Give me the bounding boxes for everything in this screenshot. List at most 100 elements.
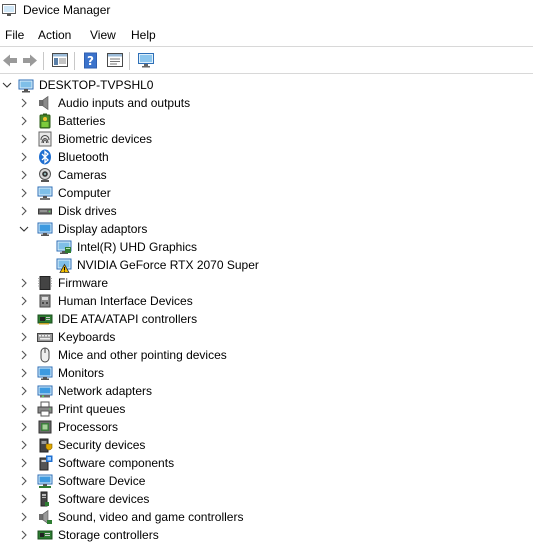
category-display-adaptors[interactable]: Display adaptors — [0, 220, 533, 238]
device-label: Intel(R) UHD Graphics — [77, 240, 198, 254]
category-label: Computer — [58, 186, 111, 200]
category-sound-video-and-game-controllers[interactable]: Sound, video and game controllers — [0, 508, 533, 526]
category-label: Display adaptors — [58, 222, 148, 236]
speaker-icon — [37, 95, 53, 111]
chevron-right-icon[interactable] — [18, 403, 30, 415]
category-label: Monitors — [58, 366, 105, 380]
category-monitors[interactable]: Monitors — [0, 364, 533, 382]
scan-hardware-changes-icon[interactable] — [137, 52, 155, 69]
chevron-right-icon[interactable] — [18, 439, 30, 451]
category-firmware[interactable]: Firmware — [0, 274, 533, 292]
category-software-components[interactable]: Software components — [0, 454, 533, 472]
chevron-right-icon[interactable] — [18, 349, 30, 361]
category-human-interface-devices[interactable]: Human Interface Devices — [0, 292, 533, 310]
category-label: Batteries — [58, 114, 106, 128]
category-computer[interactable]: Computer — [0, 184, 533, 202]
computer-icon — [37, 185, 53, 201]
category-security-devices[interactable]: Security devices — [0, 436, 533, 454]
category-label: IDE ATA/ATAPI controllers — [58, 312, 198, 326]
storage-controller-icon — [37, 527, 53, 543]
warning-display-adapter-icon — [56, 257, 72, 273]
device-tree[interactable]: DESKTOP-TVPSHL0 Audio inputs and outputs B… — [0, 76, 533, 542]
chevron-right-icon[interactable] — [18, 475, 30, 487]
help-icon[interactable]: ? — [82, 52, 100, 69]
category-label: Biometric devices — [58, 132, 153, 146]
category-keyboards[interactable]: Keyboards — [0, 328, 533, 346]
category-batteries[interactable]: Batteries — [0, 112, 533, 130]
category-mice-and-other-pointing-devices[interactable]: Mice and other pointing devices — [0, 346, 533, 364]
toolbar-separator — [129, 52, 130, 70]
tree-root-node[interactable]: DESKTOP-TVPSHL0 — [0, 76, 533, 94]
software-device-icon — [37, 473, 53, 489]
computer-root-icon — [18, 77, 34, 93]
menu-view[interactable]: View — [89, 28, 117, 42]
properties-icon[interactable] — [106, 52, 124, 69]
chevron-right-icon[interactable] — [18, 151, 30, 163]
sound-controller-icon — [37, 509, 53, 525]
svg-text:?: ? — [87, 54, 94, 68]
camera-icon — [37, 167, 53, 183]
chevron-right-icon[interactable] — [18, 421, 30, 433]
category-label: Print queues — [58, 402, 126, 416]
chevron-down-icon[interactable] — [18, 223, 30, 235]
show-hide-console-tree-icon[interactable] — [51, 52, 69, 69]
monitor-icon — [37, 365, 53, 381]
forward-arrow-icon[interactable] — [21, 52, 39, 69]
chevron-right-icon[interactable] — [18, 115, 30, 127]
category-audio-inputs-and-outputs[interactable]: Audio inputs and outputs — [0, 94, 533, 112]
category-label: Human Interface Devices — [58, 294, 193, 308]
category-storage-controllers[interactable]: Storage controllers — [0, 526, 533, 544]
chevron-right-icon[interactable] — [18, 529, 30, 541]
chevron-right-icon[interactable] — [18, 133, 30, 145]
back-arrow-icon[interactable] — [1, 52, 19, 69]
category-processors[interactable]: Processors — [0, 418, 533, 436]
category-disk-drives[interactable]: Disk drives — [0, 202, 533, 220]
category-network-adapters[interactable]: Network adapters — [0, 382, 533, 400]
category-label: Security devices — [58, 438, 146, 452]
chevron-down-icon[interactable] — [1, 79, 13, 91]
device-manager-app-icon — [2, 4, 16, 16]
chevron-right-icon[interactable] — [18, 313, 30, 325]
chevron-right-icon[interactable] — [18, 97, 30, 109]
software-component-icon — [37, 455, 53, 471]
toolbar-separator — [43, 52, 44, 70]
security-device-icon — [37, 437, 53, 453]
category-bluetooth[interactable]: Bluetooth — [0, 148, 533, 166]
category-label: Software Device — [58, 474, 146, 488]
category-software-devices[interactable]: Software devices — [0, 490, 533, 508]
display-adapter-icon — [56, 239, 72, 255]
category-label: Software devices — [58, 492, 150, 506]
category-ide-ata-atapi-controllers[interactable]: IDE ATA/ATAPI controllers — [0, 310, 533, 328]
menu-file[interactable]: File — [4, 28, 25, 42]
keyboard-icon — [37, 329, 53, 345]
category-print-queues[interactable]: Print queues — [0, 400, 533, 418]
category-software-device[interactable]: Software Device — [0, 472, 533, 490]
mouse-icon — [37, 347, 53, 363]
chevron-right-icon[interactable] — [18, 277, 30, 289]
menu-action[interactable]: Action — [37, 28, 72, 42]
chevron-right-icon[interactable] — [18, 493, 30, 505]
device-intel-r-uhd-graphics[interactable]: Intel(R) UHD Graphics — [0, 238, 533, 256]
chevron-right-icon[interactable] — [18, 511, 30, 523]
firmware-icon — [37, 275, 53, 291]
chevron-right-icon[interactable] — [18, 205, 30, 217]
menu-help[interactable]: Help — [130, 28, 157, 42]
category-cameras[interactable]: Cameras — [0, 166, 533, 184]
bluetooth-icon — [37, 149, 53, 165]
chevron-right-icon[interactable] — [18, 367, 30, 379]
device-nvidia-geforce-rtx-2070-super[interactable]: NVIDIA GeForce RTX 2070 Super — [0, 256, 533, 274]
chevron-right-icon[interactable] — [18, 295, 30, 307]
category-biometric-devices[interactable]: Biometric devices — [0, 130, 533, 148]
monitor-icon — [37, 221, 53, 237]
toolbar: ? — [0, 46, 533, 74]
menu-bar: File Action View Help — [0, 24, 533, 46]
category-label: Keyboards — [58, 330, 116, 344]
chevron-right-icon[interactable] — [18, 457, 30, 469]
hid-icon — [37, 293, 53, 309]
chevron-right-icon[interactable] — [18, 187, 30, 199]
chevron-right-icon[interactable] — [18, 385, 30, 397]
title-bar: Device Manager — [0, 0, 533, 22]
category-label: Software components — [58, 456, 175, 470]
chevron-right-icon[interactable] — [18, 169, 30, 181]
chevron-right-icon[interactable] — [18, 331, 30, 343]
